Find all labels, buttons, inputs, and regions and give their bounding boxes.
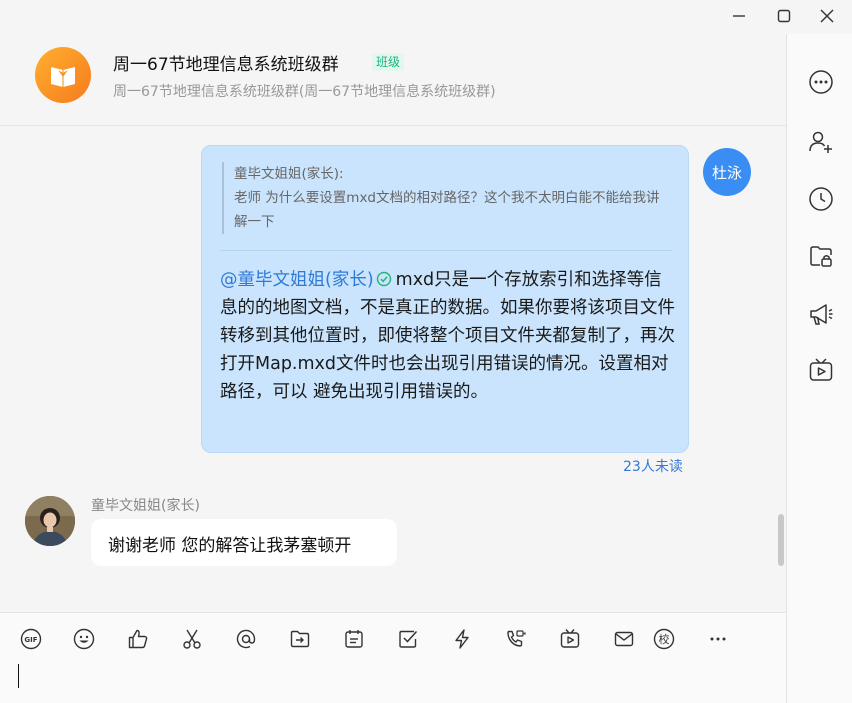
more-circle-icon	[809, 70, 833, 94]
received-message-bubble[interactable]: 谢谢老师 您的解答让我茅塞顿开	[91, 519, 397, 566]
envelope-icon	[614, 631, 634, 647]
my-avatar[interactable]: 杜泳	[703, 148, 751, 196]
quick-action-button[interactable]	[449, 626, 475, 652]
live-classroom-button[interactable]	[807, 356, 835, 384]
emoji-button[interactable]	[71, 626, 97, 652]
scrollbar-thumb[interactable]	[778, 514, 784, 566]
message-input[interactable]	[0, 664, 786, 703]
mention-button[interactable]	[233, 626, 259, 652]
minimize-icon	[733, 15, 745, 17]
svg-text:校: 校	[659, 632, 670, 646]
live-button[interactable]	[557, 626, 583, 652]
school-icon: 校	[653, 628, 675, 650]
title-bar	[0, 0, 852, 34]
more-button[interactable]	[705, 626, 731, 652]
more-dots-icon	[710, 637, 726, 641]
group-avatar[interactable]	[35, 47, 91, 103]
minimize-button[interactable]	[726, 4, 752, 28]
verified-check-icon	[376, 271, 391, 287]
add-member-button[interactable]	[807, 128, 835, 156]
group-title: 周一67节地理信息系统班级群	[113, 55, 339, 75]
maximize-icon	[777, 9, 791, 23]
book-icon	[51, 67, 75, 87]
person-photo-icon	[25, 496, 75, 546]
like-button[interactable]	[125, 626, 151, 652]
gif-icon: GIF	[20, 628, 42, 650]
screenshot-button[interactable]	[179, 626, 205, 652]
checkbox-icon	[399, 630, 418, 648]
right-sidebar	[786, 34, 852, 703]
at-sign-icon	[236, 629, 256, 649]
reply-text-block: @童毕文姐姐(家长) mxd只是一个存放索引和选择等信息的的地图文档，不是真正的数…	[220, 266, 676, 406]
scissors-icon	[183, 629, 201, 649]
unread-count[interactable]: 23人未读	[623, 456, 683, 476]
input-toolbar: GIF 校	[0, 612, 786, 664]
quote-text: 老师 为什么要设置mxd文档的相对路径？这个我不太明白能不能给我讲解一下	[234, 190, 660, 230]
sender-name: 童毕文姐姐(家长)	[91, 498, 200, 514]
chat-header: 周一67节地理信息系统班级群 班级 周一67节地理信息系统班级群(周一67节地理…	[0, 34, 786, 126]
tv-play-icon	[560, 629, 580, 648]
folder-send-icon	[290, 630, 310, 648]
add-user-icon	[809, 131, 832, 153]
close-button[interactable]	[814, 4, 840, 28]
call-button[interactable]	[503, 626, 529, 652]
message-button[interactable]	[611, 626, 637, 652]
school-button[interactable]: 校	[651, 626, 677, 652]
close-icon	[820, 9, 834, 23]
group-files-button[interactable]	[807, 242, 835, 270]
text-cursor	[18, 664, 19, 688]
notice-board-icon	[345, 630, 363, 648]
megaphone-icon	[810, 304, 833, 325]
history-button[interactable]	[807, 185, 835, 213]
quoted-message[interactable]: 童毕文姐姐(家长): 老师 为什么要设置mxd文档的相对路径？这个我不太明白能不…	[222, 162, 662, 234]
thumbs-up-icon	[128, 629, 148, 649]
mention-link[interactable]: @童毕文姐姐(家长)	[220, 270, 374, 290]
announcement-button[interactable]	[341, 626, 367, 652]
group-subtitle: 周一67节地理信息系统班级群(周一67节地理信息系统班级群)	[113, 84, 496, 100]
tv-icon	[809, 358, 833, 381]
lightning-icon	[455, 629, 469, 649]
group-notice-button[interactable]	[807, 300, 835, 328]
sender-avatar[interactable]	[25, 496, 75, 546]
quote-author: 童毕文姐姐(家长):	[234, 166, 344, 182]
maximize-button[interactable]	[771, 4, 797, 28]
more-options-button[interactable]	[807, 68, 835, 96]
class-badge: 班级	[372, 53, 405, 71]
message-list[interactable]: 杜泳 童毕文姐姐(家长): 老师 为什么要设置mxd文档的相对路径？这个我不太明…	[0, 126, 786, 612]
emoji-icon	[73, 628, 95, 650]
phone-video-icon	[507, 630, 526, 647]
svg-text:GIF: GIF	[24, 636, 37, 644]
homework-button[interactable]	[395, 626, 421, 652]
quote-divider	[220, 250, 672, 251]
clock-icon	[809, 187, 833, 211]
folder-lock-icon	[810, 246, 832, 267]
my-message-bubble[interactable]: 童毕文姐姐(家长): 老师 为什么要设置mxd文档的相对路径？这个我不太明白能不…	[201, 145, 689, 453]
file-button[interactable]	[287, 626, 313, 652]
gif-button[interactable]: GIF	[18, 626, 44, 652]
